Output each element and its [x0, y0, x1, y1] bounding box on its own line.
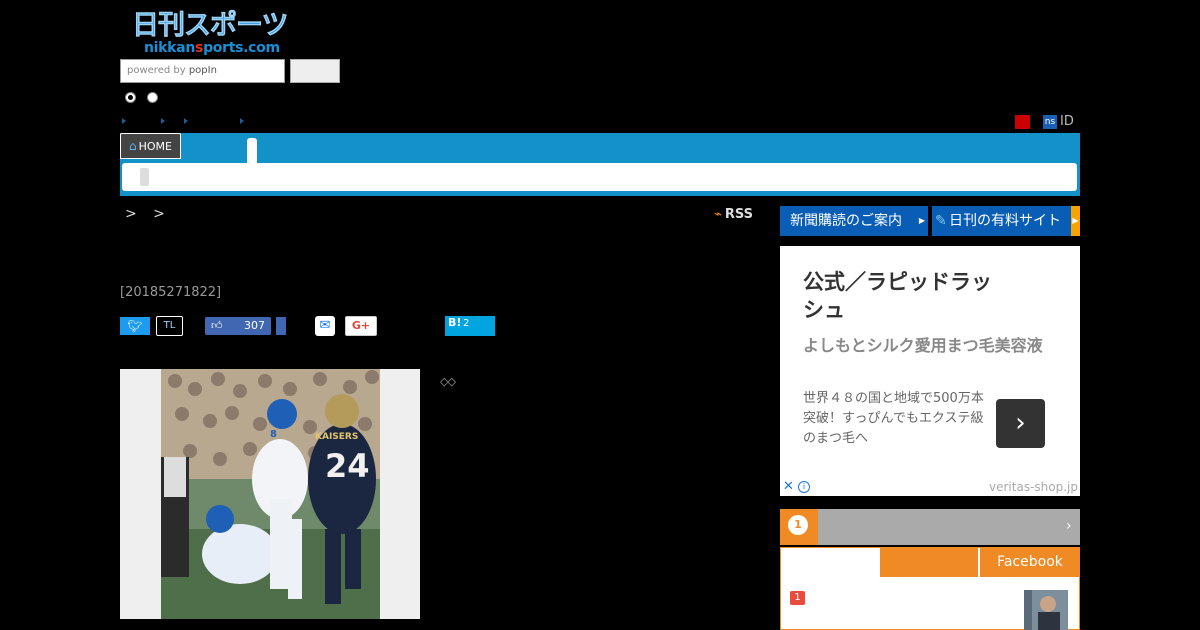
id-login-link[interactable]: ID [1060, 114, 1074, 130]
ad-subtitle[interactable]: よしもとシルク愛用まつ毛美容液 [803, 335, 1053, 357]
ad-title[interactable]: 公式／ラピッドラッシュ [803, 268, 1003, 324]
ad-domain[interactable]: veritas-shop.jp [989, 479, 1078, 495]
sub-nav-bar[interactable] [122, 163, 1077, 191]
rss-link[interactable]: ⌁ RSS [714, 206, 753, 224]
ad-info-icon[interactable]: i [798, 481, 810, 493]
sub-nav-cursor [140, 168, 149, 186]
twitter-bird-icon: 🐦︎ [127, 319, 143, 333]
ns-badge-icon[interactable]: ns [1043, 115, 1057, 129]
svg-text:KAISERS: KAISERS [315, 432, 358, 442]
nav-tab-active[interactable] [247, 138, 257, 163]
arrow-right-icon: ▶ [918, 216, 925, 225]
svg-text:8: 8 [270, 429, 277, 440]
rss-icon: ⌁ [714, 207, 722, 222]
paid-site-label: 日刊の有料サイト [949, 213, 1061, 229]
hatena-icon: B! [448, 316, 462, 329]
logo-text: 日刊スポーツ [132, 10, 289, 42]
breadcrumb[interactable]: > > [125, 205, 171, 223]
like-count: 307 [244, 319, 265, 332]
search-scope-radio-site[interactable] [125, 92, 136, 103]
ranking-item-number: 1 [790, 591, 805, 605]
facebook-like-button[interactable]: 👍︎ 307 [205, 317, 271, 335]
logo-domain: nikkansports.com [144, 40, 280, 56]
ranking-tab-facebook[interactable]: Facebook [980, 547, 1080, 577]
chevron-right-icon[interactable]: › [1066, 518, 1072, 534]
article-photo[interactable]: 24 KAISERS 8 [120, 369, 420, 619]
caption-marker: ◇◇ [440, 375, 456, 388]
ad-body[interactable]: 世界４８の国と地域で500万本突破！すっぴんでもエクステ級のまつ毛へ [803, 389, 993, 449]
header-link-marker[interactable] [184, 118, 188, 124]
search-input[interactable]: powered by popIn [120, 59, 285, 83]
red-square-icon[interactable] [1015, 115, 1030, 129]
hatena-count: 2 [463, 318, 470, 329]
arrow-right-icon: ▶ [1071, 206, 1080, 236]
ad-close-icon[interactable]: ✕ [783, 479, 794, 495]
messenger-icon[interactable]: ✉ [315, 316, 335, 336]
header-link-marker[interactable] [122, 118, 126, 124]
facebook-share-button[interactable] [276, 317, 286, 335]
search-powered-by: powered by popIn [127, 65, 217, 76]
header-link-marker[interactable] [161, 118, 165, 124]
search-button[interactable] [290, 59, 340, 83]
pencil-icon: ✎ [935, 213, 947, 229]
nav-home-label: HOME [138, 140, 172, 153]
header-link-marker[interactable] [240, 118, 244, 124]
ranking-item-thumbnail[interactable] [1024, 590, 1068, 630]
ranking-medal-icon: 1 [780, 509, 818, 545]
svg-text:24: 24 [325, 447, 370, 485]
google-plus-button[interactable]: G+ [345, 316, 377, 336]
home-icon: ⌂ [129, 139, 137, 153]
timeline-button[interactable]: TL [156, 316, 183, 336]
nav-home-tab[interactable]: ⌂ HOME [120, 133, 181, 159]
search-scope-radio-web[interactable] [147, 92, 158, 103]
football-kick-photo: 24 KAISERS 8 [120, 369, 420, 619]
ranking-tab[interactable] [880, 547, 978, 577]
hatena-bookmark-button[interactable]: B! 2 [445, 316, 495, 336]
ad-footer: ✕ i veritas-shop.jp [780, 478, 1080, 496]
ad-chevron-right-icon[interactable]: › [996, 399, 1045, 448]
paid-site-button[interactable]: ✎ 日刊の有料サイト ▶ [932, 206, 1080, 236]
subscription-label: 新聞購読のご案内 [790, 213, 902, 229]
article-date: [20185271822] [120, 285, 222, 300]
nikkansports-logo[interactable]: 日刊スポーツ nikkansports.com [132, 10, 289, 56]
rss-label: RSS [724, 207, 753, 222]
twitter-share-button[interactable]: 🐦︎ [120, 317, 150, 335]
thumbs-up-icon: 👍︎ [211, 319, 223, 332]
ranking-header[interactable] [780, 509, 1080, 545]
subscription-button[interactable]: 新聞購読のご案内 ▶ [780, 206, 928, 236]
